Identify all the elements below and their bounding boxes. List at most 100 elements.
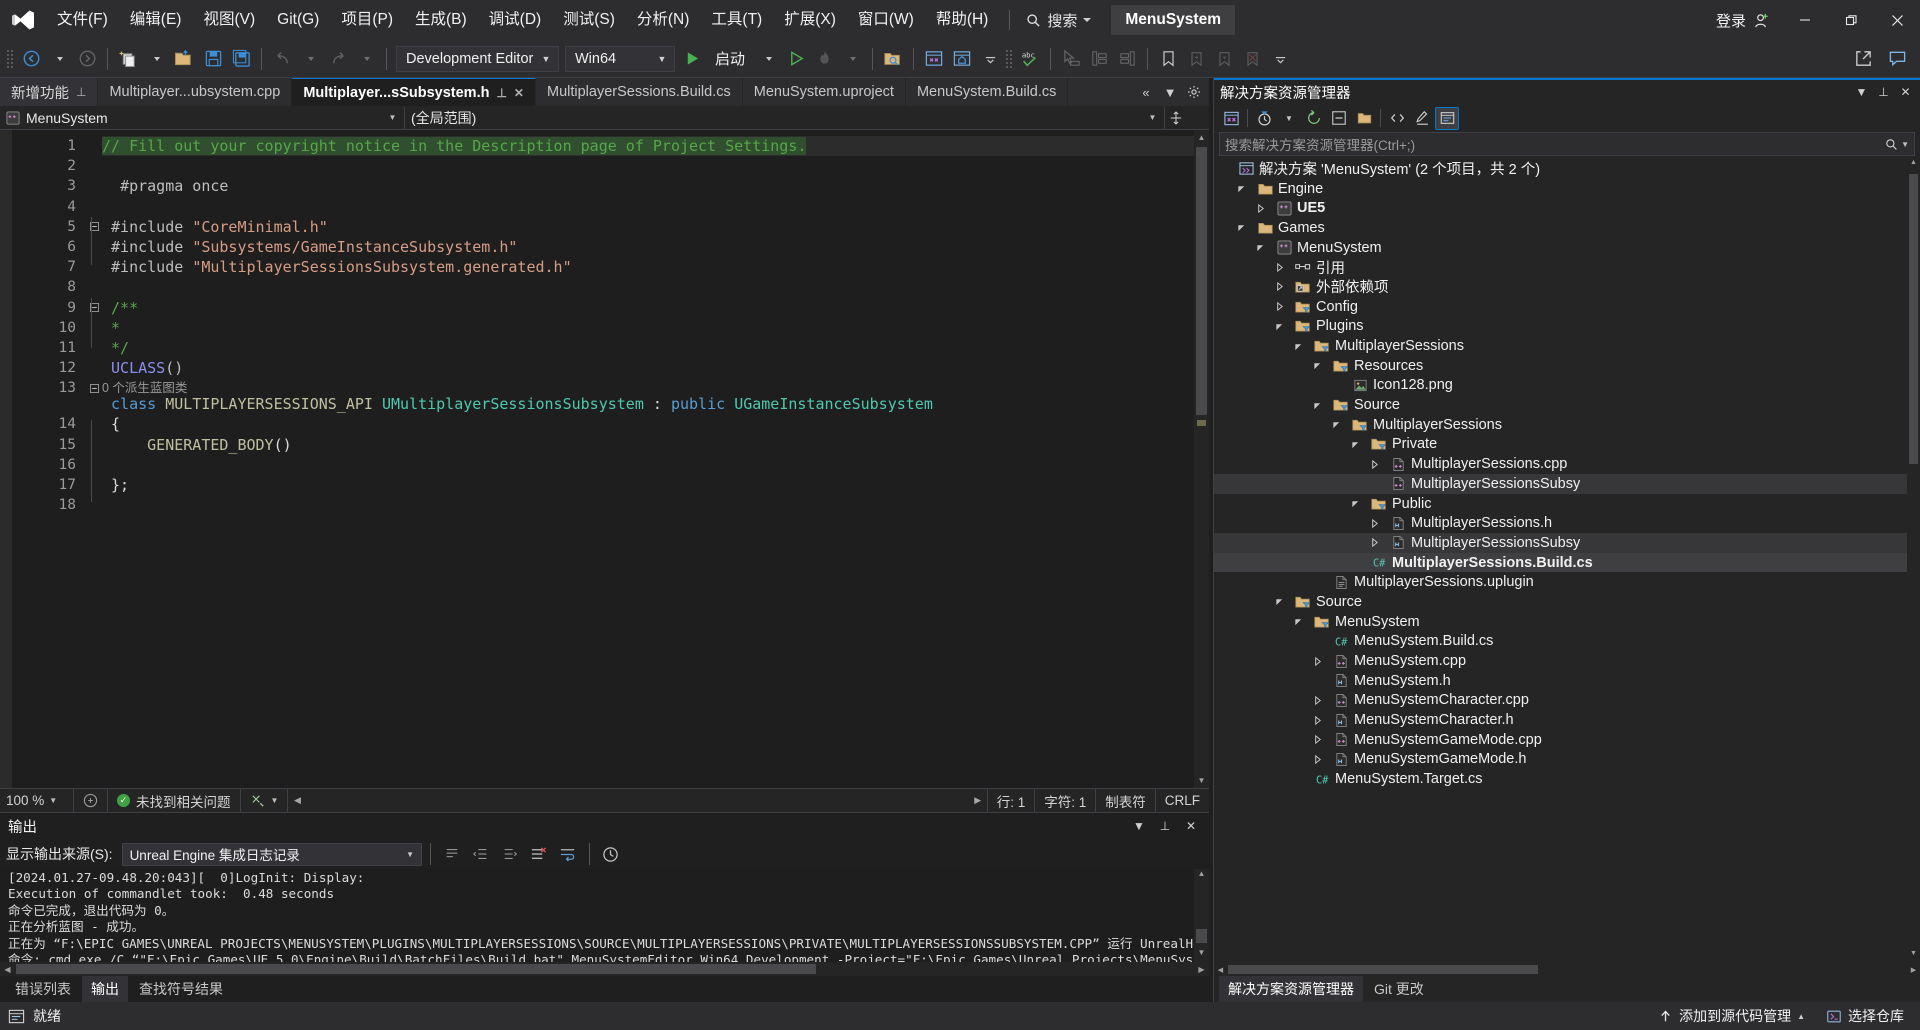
minimize-button[interactable] [1782, 0, 1828, 40]
menu-tools[interactable]: 工具(T) [700, 0, 773, 40]
scroll-down-icon[interactable]: ▼ [1907, 950, 1920, 963]
code-line[interactable] [102, 277, 1194, 297]
code-line[interactable]: #include "Subsystems/GameInstanceSubsyst… [102, 237, 1194, 257]
output-go-to-previous-button[interactable] [468, 842, 494, 866]
gear-icon[interactable] [1183, 80, 1205, 104]
tabs-mode[interactable]: 制表符 [1095, 788, 1155, 813]
fold-toggle-icon[interactable] [86, 298, 102, 318]
code-line[interactable]: #include "CoreMinimal.h" [102, 217, 1194, 237]
add-to-source-control-button[interactable]: 添加到源代码管理 ▲ [1650, 1002, 1813, 1030]
toolbar-grip[interactable] [6, 48, 14, 69]
navigate-backward-button[interactable] [18, 44, 44, 74]
code-line[interactable]: UCLASS() [102, 358, 1194, 378]
new-project-dropdown[interactable] [143, 44, 169, 74]
code-line[interactable]: * [102, 318, 1194, 338]
next-bookmark-button[interactable] [1211, 44, 1237, 74]
panel-menu-icon[interactable]: ▼ [1853, 85, 1870, 99]
tree-node[interactable]: MultiplayerSessions.h [1214, 513, 1920, 533]
switch-views-button[interactable] [1219, 107, 1243, 130]
scroll-right-icon[interactable]: ▶ [969, 795, 987, 806]
select-tool-button[interactable] [1058, 44, 1084, 74]
tab-multiplayer-subsystem-cpp[interactable]: Multiplayer...ubsystem.cpp [98, 78, 293, 106]
pin-icon[interactable]: ⊥ [1875, 85, 1892, 99]
tree-node[interactable]: Source [1214, 395, 1920, 415]
chevron-right-icon[interactable] [1275, 282, 1290, 292]
solution-platform-combo[interactable]: Win64 ▼ [565, 45, 675, 72]
tree-node[interactable]: MenuSystem.h [1214, 671, 1920, 691]
se-tab-solution-explorer[interactable]: 解决方案资源管理器 [1219, 976, 1363, 1002]
code-line[interactable]: */ [102, 338, 1194, 358]
code-line[interactable] [102, 156, 1194, 176]
solution-tree-vscrollbar[interactable]: ▲ ▼ [1907, 159, 1920, 963]
close-icon[interactable]: ✕ [1897, 85, 1914, 99]
global-search-button[interactable]: 搜索 [1020, 5, 1097, 35]
code-line[interactable]: #include "MultiplayerSessionsSubsystem.g… [102, 257, 1194, 277]
pin-icon[interactable]: ⊥ [496, 86, 506, 100]
chevron-down-icon[interactable] [1275, 322, 1290, 331]
solution-tree-hscrollbar[interactable]: ◀ ▶ [1214, 963, 1920, 976]
tree-node[interactable]: MultiplayerSessionsSubsy [1214, 474, 1920, 494]
se-tab-git-changes[interactable]: Git 更改 [1365, 976, 1433, 1002]
panel-tab-output[interactable]: 输出 [82, 976, 128, 1002]
tab-multiplayersessions-build-cs[interactable]: MultiplayerSessions.Build.cs [535, 78, 743, 106]
start-without-debugging-button[interactable] [783, 44, 809, 74]
tree-node[interactable]: Icon128.png [1214, 376, 1920, 396]
panel-tab-error-list[interactable]: 错误列表 [6, 976, 80, 1002]
chevron-right-icon[interactable] [1370, 538, 1385, 548]
tree-node[interactable]: MenuSystem [1214, 238, 1920, 258]
code-line[interactable]: { [102, 414, 1194, 434]
chevron-right-icon[interactable] [1313, 754, 1328, 764]
solution-tree-scroll-thumb[interactable] [1909, 174, 1918, 464]
undo-dropdown[interactable] [297, 44, 323, 74]
start-debug-button[interactable] [679, 44, 705, 74]
scroll-up-icon[interactable]: ▲ [1194, 869, 1209, 883]
tree-node[interactable]: MenuSystemGameMode.h [1214, 750, 1920, 770]
align-right-button[interactable] [1114, 44, 1140, 74]
pin-icon[interactable]: ⊥ [1155, 819, 1175, 833]
tree-node[interactable]: MenuSystemGameMode.cpp [1214, 730, 1920, 750]
solution-tree[interactable]: ▲ ▼ 解决方案 'MenuSystem' (2 个项目，共 2 个) Engin… [1214, 159, 1920, 963]
tree-node[interactable]: C# MenuSystem.Build.cs [1214, 632, 1920, 652]
code-text-area[interactable]: // Fill out your copyright notice in the… [102, 130, 1194, 788]
split-editor-icon[interactable] [1165, 106, 1187, 130]
issue-filter-control[interactable]: ▼ [241, 788, 289, 813]
menu-edit[interactable]: 编辑(E) [119, 0, 193, 40]
tree-node[interactable]: Config [1214, 297, 1920, 317]
chevron-down-icon[interactable] [1313, 361, 1328, 370]
tree-node[interactable]: Public [1214, 494, 1920, 514]
code-line[interactable] [102, 495, 1194, 515]
code-line[interactable]: }; [102, 475, 1194, 495]
scroll-tabs-left-icon[interactable]: « [1135, 80, 1157, 104]
search-in-files-button[interactable] [880, 44, 906, 74]
scroll-right-icon[interactable]: ▶ [1194, 965, 1209, 974]
show-all-files-button[interactable] [1352, 107, 1376, 130]
chevron-down-icon[interactable] [1294, 342, 1309, 351]
chevron-right-icon[interactable] [1370, 459, 1385, 469]
menu-debug[interactable]: 调试(D) [478, 0, 553, 40]
tree-node[interactable]: MultiplayerSessions.uplugin [1214, 572, 1920, 592]
toolbar-grip-2[interactable] [1005, 48, 1014, 69]
close-icon[interactable]: ✕ [514, 86, 524, 100]
properties-window-button[interactable] [949, 44, 975, 74]
scroll-left-icon[interactable]: ◀ [1214, 966, 1227, 974]
tree-node[interactable]: Plugins [1214, 317, 1920, 337]
code-line[interactable]: // Fill out your copyright notice in the… [102, 136, 1194, 157]
issues-status[interactable]: ✓ 未找到相关问题 [108, 788, 241, 813]
chevron-right-icon[interactable] [1313, 715, 1328, 725]
output-clear-all-button[interactable] [526, 842, 552, 866]
codelens-derived-blueprints[interactable]: 0 个派生蓝图类 [102, 378, 1194, 395]
menu-file[interactable]: 文件(F) [46, 0, 119, 40]
chevron-down-icon[interactable] [1294, 617, 1309, 626]
start-label-button[interactable]: 启动 [707, 44, 753, 74]
output-hscroll-thumb[interactable] [16, 964, 816, 974]
chevron-down-icon[interactable]: ▼ [1901, 140, 1909, 149]
tree-node[interactable]: Private [1214, 435, 1920, 455]
navbar-scope-combo[interactable]: (全局范围) ▼ [405, 106, 1165, 129]
chevron-down-icon[interactable] [1351, 499, 1366, 508]
chevron-right-icon[interactable] [1275, 262, 1290, 272]
code-folding-margin[interactable] [86, 130, 102, 788]
menu-build[interactable]: 生成(B) [404, 0, 478, 40]
editor-scroll-thumb[interactable] [1196, 147, 1207, 415]
active-files-dropdown-icon[interactable]: ▼ [1159, 80, 1181, 104]
menu-analyze[interactable]: 分析(N) [626, 0, 701, 40]
